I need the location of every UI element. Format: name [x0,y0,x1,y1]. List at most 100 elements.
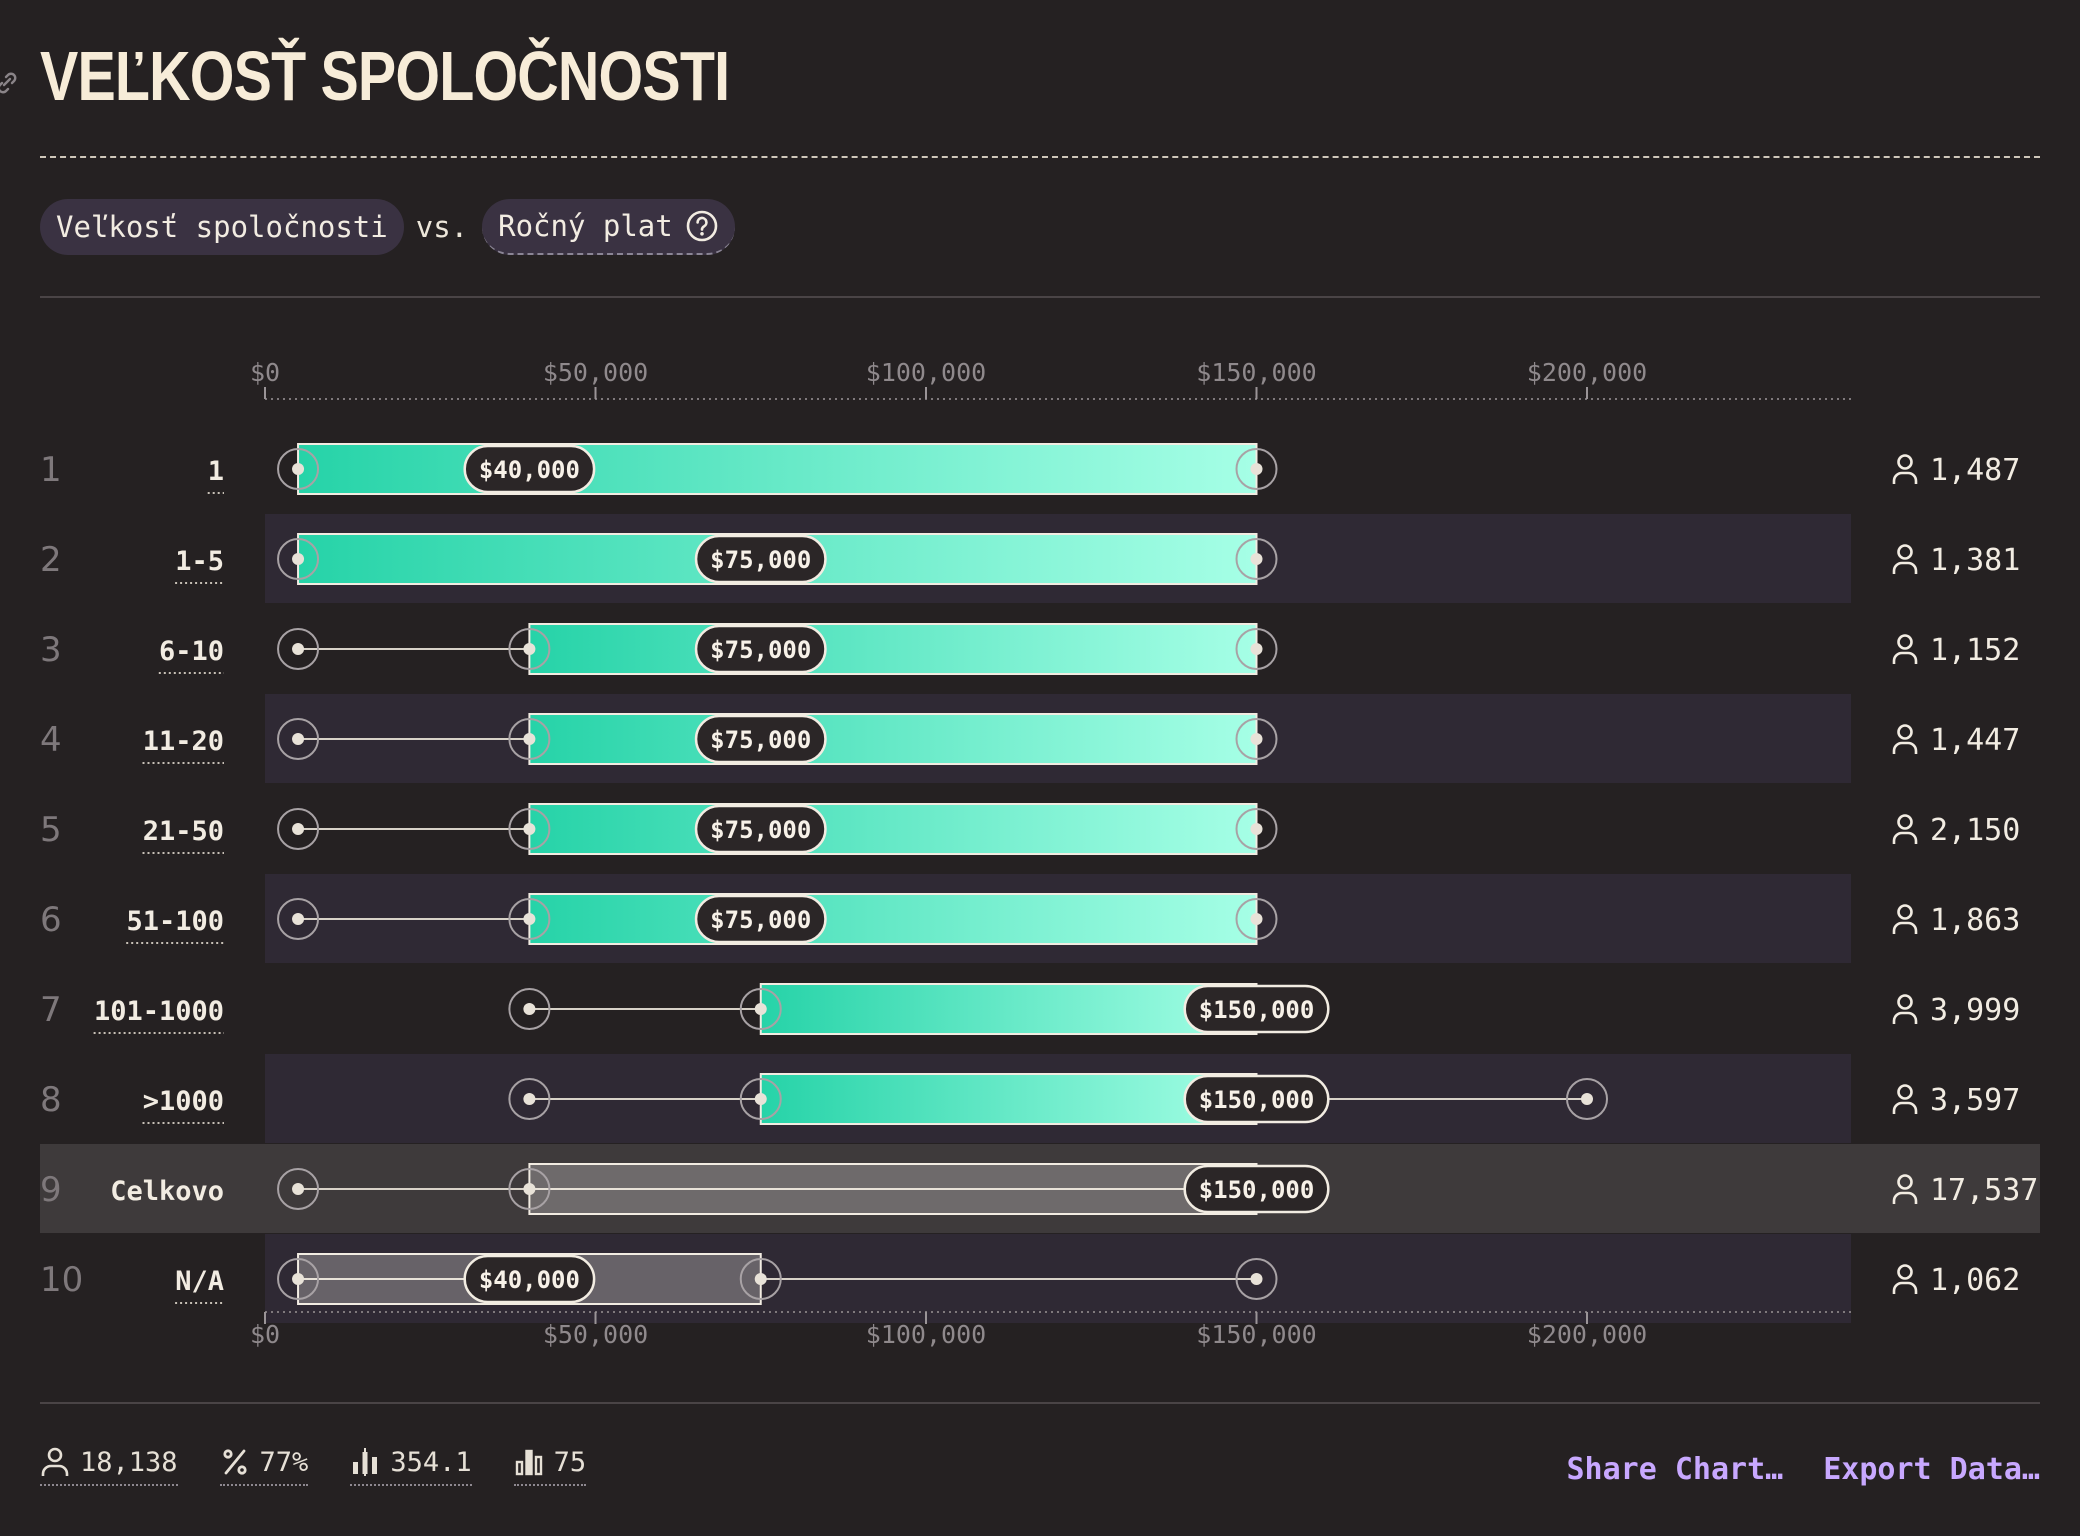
bar-chart-icon [515,1449,542,1476]
person-icon [1892,634,1918,664]
row-rank: 6 [40,900,62,940]
x-tick-label-bottom: $100,000 [866,1320,986,1349]
row-rank: 7 [40,990,62,1030]
row-category-label: 1 [208,456,224,487]
x-tick-label-top: $50,000 [543,358,648,387]
range-marker-dot [292,823,305,835]
row-count: 3,999 [1930,993,2020,1028]
median-value-label: $75,000 [710,726,811,754]
range-box [528,803,1258,855]
stat-respondents[interactable]: 18,138 [40,1446,178,1486]
person-icon [41,1447,69,1476]
row-count: 2,150 [1930,813,2020,848]
range-marker-dot [523,733,536,745]
row-count: 1,487 [1930,453,2020,488]
percent-icon [222,1449,247,1475]
range-marker-dot [292,913,305,925]
range-box [528,713,1258,765]
range-marker-dot [292,643,305,655]
row-count: 1,152 [1930,633,2020,668]
stat-median[interactable]: 354.1 [350,1446,472,1486]
person-icon [1892,724,1918,754]
row-category-label: >1000 [143,1086,224,1117]
stat-score-value: 75 [553,1446,587,1478]
row-category-label: 101-1000 [94,996,224,1027]
export-data-link[interactable]: Export Data… [1823,1452,2040,1487]
median-value-label: $150,000 [1199,1086,1315,1114]
range-marker-dot [523,913,536,925]
candlestick-icon [353,1448,378,1476]
person-icon [1892,814,1918,844]
median-value-label: $75,000 [710,636,811,664]
row-rank: 3 [40,630,62,670]
row-category-label: Celkovo [110,1176,224,1207]
row-category-label: 21-50 [143,816,224,847]
range-marker-dot [523,1003,536,1015]
stat-percent-value: 77% [259,1446,309,1478]
stat-median-value: 354.1 [390,1446,472,1478]
range-marker-dot [523,643,536,655]
x-tick-label-bottom: $200,000 [1527,1320,1647,1349]
x-tick-label-bottom: $150,000 [1196,1320,1316,1349]
stat-percent[interactable]: 77% [219,1446,309,1486]
median-value-label: $75,000 [710,906,811,934]
row-category-label: 1-5 [175,546,224,577]
person-icon [1892,994,1918,1024]
median-value-label: $40,000 [479,456,580,484]
range-box [297,443,1258,495]
row-count: 1,381 [1930,543,2020,578]
range-marker-dot [1250,463,1263,475]
median-value-label: $40,000 [479,1266,580,1294]
row-category-label: N/A [175,1266,224,1297]
row-count: 1,062 [1930,1263,2020,1298]
range-marker-dot [292,1273,305,1285]
range-box [759,1073,1258,1125]
range-marker-dot [292,1183,305,1195]
range-marker-dot [523,823,536,835]
row-rank: 8 [40,1080,62,1120]
row-count: 3,597 [1930,1083,2020,1118]
row-category-label: 11-20 [143,726,224,757]
row-rank: 1 [40,450,62,490]
median-value-label: $150,000 [1199,1176,1315,1204]
person-icon [1892,454,1918,484]
range-box [528,623,1258,675]
x-tick-label-bottom: $50,000 [543,1320,648,1349]
person-icon [1892,904,1918,934]
x-tick-label-top: $200,000 [1527,358,1647,387]
range-marker-dot [1250,553,1263,565]
row-rank: 4 [40,720,62,760]
row-count: 17,537 [1930,1173,2038,1208]
footer-divider [40,1402,2040,1404]
range-marker-dot [1250,643,1263,655]
row-category-label: 6-10 [159,636,224,667]
range-marker-dot [523,1183,536,1195]
person-icon [1892,1264,1918,1294]
range-marker-dot [1250,823,1263,835]
row-rank: 10 [40,1260,83,1300]
person-icon [1892,1084,1918,1114]
range-marker-dot [754,1273,767,1285]
range-box [528,893,1258,945]
x-tick-label-bottom: $0 [250,1320,280,1349]
x-tick-label-top: $100,000 [866,358,986,387]
row-rank: 2 [40,540,62,580]
stat-respondents-value: 18,138 [80,1446,178,1478]
summary-stats: 18,138 77% 354.1 75 [40,1446,628,1486]
chart-actions: Share Chart… Export Data… [1527,1452,2041,1487]
range-marker-dot [292,553,305,565]
row-count: 1,447 [1930,723,2020,758]
range-marker-dot [523,1093,536,1105]
range-box [759,983,1258,1035]
stat-score[interactable]: 75 [513,1446,587,1486]
row-count: 1,863 [1930,903,2020,938]
range-marker-dot [1250,733,1263,745]
range-marker-dot [292,733,305,745]
person-icon [1892,544,1918,574]
share-chart-link[interactable]: Share Chart… [1567,1452,1784,1487]
salary-range-chart: $0 $50,000 $100,000 $150,000 $200,000 $0 $50,0… [40,358,2040,1349]
range-marker-dot [754,1003,767,1015]
median-value-label: $150,000 [1199,996,1315,1024]
median-value-label: $75,000 [710,816,811,844]
range-marker-dot [1250,913,1263,925]
